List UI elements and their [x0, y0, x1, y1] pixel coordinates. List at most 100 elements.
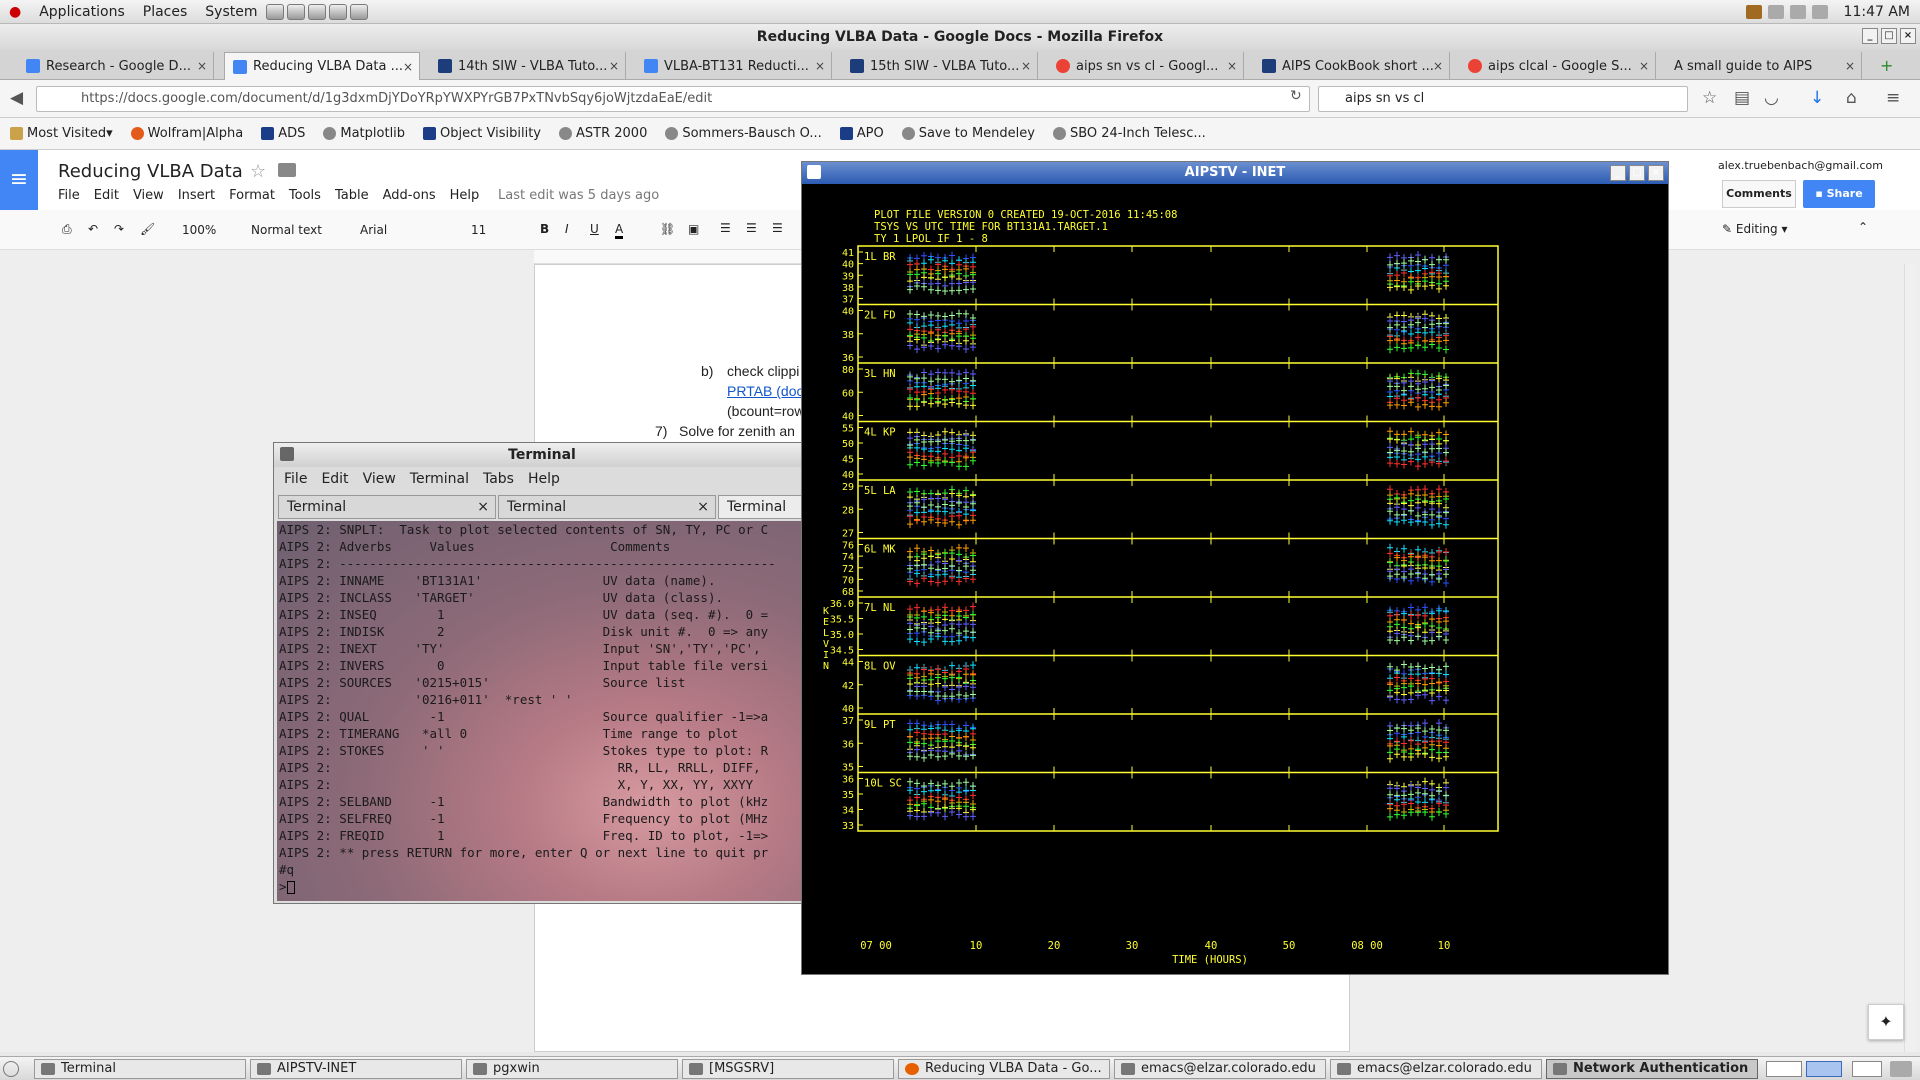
underline-icon[interactable]: U — [590, 222, 599, 236]
undo-icon[interactable]: ↶ — [88, 222, 98, 236]
terminal-menu-help[interactable]: Help — [528, 471, 560, 487]
bookmark-astr2000[interactable]: ASTR 2000 — [559, 126, 647, 141]
align-left-icon[interactable]: ☰ — [720, 221, 731, 235]
tab-close-icon[interactable]: × — [1021, 59, 1031, 73]
bookmark-sommers-bausch[interactable]: Sommers-Bausch O... — [665, 126, 822, 141]
bookmark-most-visited[interactable]: Most Visited ▾ — [10, 126, 113, 141]
text-color-icon[interactable]: A — [615, 222, 624, 239]
docs-menu-format[interactable]: Format — [229, 188, 275, 203]
browser-tab[interactable]: 14th SIW - VLBA Tuto... × — [430, 52, 626, 80]
terminal-window-icon[interactable] — [280, 447, 294, 461]
taskbar-item-terminal[interactable]: Terminal — [34, 1059, 246, 1079]
back-arrow-icon[interactable]: ◀ — [10, 88, 23, 108]
bookmark-matplotlib[interactable]: Matplotlib — [323, 126, 405, 141]
terminal-menu-terminal[interactable]: Terminal — [410, 471, 469, 487]
paint-format-icon[interactable]: 🖌 — [140, 222, 155, 236]
tab-close-icon[interactable]: × — [609, 59, 619, 73]
redo-icon[interactable]: ↷ — [114, 222, 124, 236]
battery-icon[interactable] — [1789, 5, 1806, 19]
display-icon[interactable] — [1811, 5, 1828, 19]
print-icon[interactable]: ⎙ — [62, 222, 72, 237]
docs-menu-file[interactable]: File — [58, 188, 80, 203]
trash-icon[interactable] — [1890, 1061, 1912, 1077]
editor-launcher-icon[interactable] — [308, 3, 327, 20]
folder-icon[interactable] — [278, 163, 296, 177]
editing-mode-select[interactable]: ✎ Editing ▾ — [1722, 222, 1788, 236]
bookmark-sbo[interactable]: SBO 24-Inch Telesc... — [1052, 126, 1206, 141]
bookmark-wolfram[interactable]: Wolfram|Alpha — [130, 126, 243, 141]
workspace-switcher[interactable] — [1766, 1061, 1802, 1077]
terminal-launcher-icon[interactable] — [329, 3, 348, 20]
last-edit-link[interactable]: Last edit was 5 days ago — [498, 188, 659, 203]
browser-tab[interactable]: aips clcal - Google S... × — [1460, 52, 1656, 80]
taskbar-item-emacs[interactable]: emacs@elzar.colorado.edu — [1330, 1059, 1542, 1079]
terminal-prompt[interactable]: > — [277, 878, 809, 895]
docs-menu-insert[interactable]: Insert — [178, 188, 215, 203]
docs-menu-view[interactable]: View — [133, 188, 164, 203]
clock[interactable]: 11:47 AM — [1844, 4, 1910, 20]
applications-menu[interactable]: Applications — [30, 4, 134, 20]
aipstv-window-icon[interactable] — [807, 165, 821, 179]
tab-close-icon[interactable]: × — [1639, 59, 1649, 73]
terminal-tab[interactable]: Terminal × — [498, 495, 716, 519]
docs-menu-addons[interactable]: Add-ons — [383, 188, 436, 203]
comments-button[interactable]: Comments — [1722, 180, 1796, 208]
font-select[interactable]: Arial — [360, 223, 387, 237]
terminal-menu-file[interactable]: File — [284, 471, 307, 487]
star-icon[interactable]: ☆ — [250, 161, 266, 182]
tab-close-icon[interactable]: × — [403, 60, 413, 74]
url-bar[interactable]: https://docs.google.com/document/d/1g3dx… — [36, 86, 1310, 112]
terminal-tab[interactable]: Terminal × — [278, 495, 496, 519]
collapse-menus-icon[interactable]: ⌃ — [1858, 220, 1868, 234]
taskbar-item-msgsrv[interactable]: [MSGSRV] — [682, 1059, 894, 1079]
close-button[interactable]: × — [1648, 165, 1664, 181]
bookmark-ads[interactable]: ADS — [261, 126, 305, 141]
workspace-switcher-active[interactable] — [1806, 1061, 1842, 1077]
system-menu[interactable]: System — [196, 4, 266, 20]
zoom-select[interactable]: 100% — [182, 223, 216, 237]
italic-icon[interactable]: I — [565, 222, 569, 236]
downloads-icon[interactable]: ↓ — [1810, 88, 1824, 108]
tab-close-icon[interactable]: × — [1433, 59, 1443, 73]
maximize-button[interactable]: □ — [1881, 28, 1897, 44]
bookmark-mendeley[interactable]: Save to Mendeley — [901, 126, 1035, 141]
distro-logo-icon[interactable]: ● — [0, 4, 30, 20]
explore-button[interactable]: ✦ — [1868, 1004, 1904, 1040]
aipstv-titlebar[interactable]: AIPSTV - INET _ □ × — [802, 162, 1668, 184]
bookmark-object-visibility[interactable]: Object Visibility — [423, 126, 541, 141]
home-icon[interactable]: ⌂ — [1846, 88, 1857, 108]
bookmarks-library-icon[interactable]: ▤ — [1734, 88, 1750, 108]
docs-menu-edit[interactable]: Edit — [94, 188, 119, 203]
new-tab-icon[interactable]: + — [1880, 56, 1893, 75]
tab-close-icon[interactable]: × — [1845, 59, 1855, 73]
align-center-icon[interactable]: ☰ — [746, 221, 757, 235]
document-title[interactable]: Reducing VLBA Data — [58, 161, 243, 182]
terminal-output[interactable]: AIPS 2: SNPLT: Task to plot selected con… — [277, 521, 809, 901]
docs-menu-icon[interactable]: ≡ — [0, 150, 38, 210]
pocket-icon[interactable]: ◡ — [1764, 88, 1779, 108]
align-right-icon[interactable]: ☰ — [772, 221, 783, 235]
terminal-tab-active[interactable]: Terminal — [718, 495, 808, 519]
mail-launcher-icon[interactable] — [287, 3, 306, 20]
tab-close-icon[interactable]: × — [1227, 59, 1237, 73]
browser-tab[interactable]: AIPS CookBook short ... × — [1254, 52, 1450, 80]
docs-menu-tools[interactable]: Tools — [289, 188, 321, 203]
bookmark-star-icon[interactable]: ☆ — [1702, 88, 1717, 108]
docs-menu-table[interactable]: Table — [335, 188, 369, 203]
font-size-select[interactable]: 11 — [471, 223, 486, 237]
places-menu[interactable]: Places — [134, 4, 197, 20]
tab-close-icon[interactable]: × — [697, 496, 709, 518]
close-button[interactable]: × — [1900, 28, 1916, 44]
share-button[interactable]: ▪ Share — [1803, 180, 1875, 208]
reload-icon[interactable]: ↻ — [1290, 88, 1302, 104]
terminal-menu-view[interactable]: View — [363, 471, 396, 487]
minimize-button[interactable]: _ — [1610, 165, 1626, 181]
workspace-switcher[interactable] — [1852, 1061, 1882, 1077]
comment-icon[interactable]: ▣ — [688, 222, 699, 236]
taskbar-item-aipstv[interactable]: AIPSTV-INET — [250, 1059, 462, 1079]
browser-tab[interactable]: 15th SIW - VLBA Tuto... × — [842, 52, 1038, 80]
browser-tab[interactable]: VLBA-BT131 Reducti... × — [636, 52, 832, 80]
bookmark-apo[interactable]: APO — [839, 126, 884, 141]
docs-scrollbar[interactable] — [1904, 264, 1916, 1052]
taskbar-item-network-auth[interactable]: Network Authentication — [1546, 1059, 1758, 1079]
